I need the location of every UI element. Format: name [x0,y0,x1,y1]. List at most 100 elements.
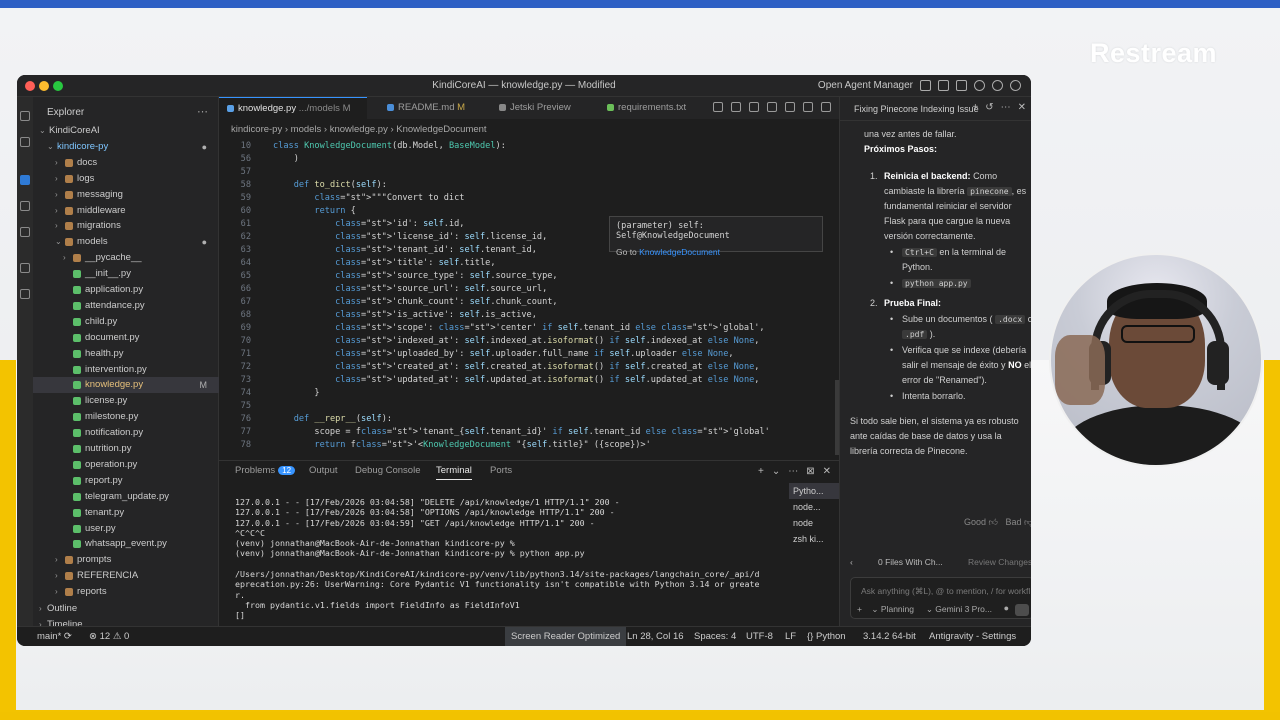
code-area[interactable]: 10 class KnowledgeDocument(db.Model, Base… [219,139,779,450]
folder-item[interactable]: ⌄ kindicore-py ● [33,139,219,155]
folder-item[interactable]: › migrations [33,218,219,234]
code-line[interactable]: class="st">'is_active': self.is_active, [273,310,537,320]
folder-item[interactable]: › messaging [33,187,219,203]
agent-manager-button[interactable]: Open Agent Manager [818,80,913,91]
code-line[interactable]: class KnowledgeDocument(db.Model, BaseMo… [273,141,506,151]
code-line[interactable]: class="st">'created_at': self.created_at… [273,362,759,372]
terminal-output[interactable]: 127.0.0.1 - - [17/Feb/2026 03:04:58] "DE… [235,497,775,621]
code-line[interactable]: class="st">'source_type': self.source_ty… [273,271,558,281]
tab-jetski-preview[interactable]: Jetski Preview [491,97,591,119]
code-line[interactable]: class="st">'uploaded_by': self.uploader.… [273,349,734,359]
search-icon[interactable] [974,80,985,91]
folder-item[interactable]: › middleware [33,203,219,219]
folder-item[interactable]: › REFERENCIA [33,568,219,584]
terminal-item-python[interactable]: Pytho... [789,483,841,499]
branch-indicator[interactable]: main* ⟳ [37,627,72,646]
language-mode[interactable]: {} Python [807,627,846,646]
remote-icon[interactable] [20,263,30,273]
code-line[interactable]: class="st">"""Convert to dict [273,193,464,203]
tab-debug-console[interactable]: Debug Console [355,465,421,476]
folder-item[interactable]: › logs [33,171,219,187]
interpreter[interactable]: 3.14.2 64-bit [863,627,916,646]
account-icon[interactable] [1010,80,1021,91]
gear-icon[interactable] [992,80,1003,91]
mic-icon[interactable]: ● [1004,603,1009,613]
breadcrumb[interactable]: kindicore-py › models › knowledge.py › K… [231,124,487,135]
file-item[interactable]: intervention.py [33,362,219,378]
folder-item[interactable]: › docs [33,155,219,171]
arrow-right-icon[interactable] [803,102,813,112]
bad-button[interactable]: Bad 👎︎ [1005,517,1031,527]
tab-knowledge-py[interactable]: knowledge.py .../models M [219,97,367,119]
code-line[interactable]: class="st">'indexed_at': self.indexed_at… [273,336,759,346]
open-changes-icon[interactable] [767,102,777,112]
tab-requirements[interactable]: requirements.txt [599,97,699,119]
folder-item[interactable]: ⌄ KindiCoreAI [33,123,219,139]
more-actions-icon[interactable]: ⋯ [788,466,798,477]
extensions-icon[interactable] [20,227,30,237]
file-item[interactable]: tenant.py [33,505,219,521]
cursor-position[interactable]: Ln 28, Col 16 [627,627,684,646]
layout-sidebar-icon[interactable] [920,80,931,91]
code-line[interactable]: ) [273,154,299,164]
more-actions-icon[interactable] [821,102,831,112]
code-line[interactable]: return { [273,206,355,216]
file-item[interactable]: __init__.py [33,266,219,282]
source-control-icon[interactable] [20,175,30,185]
diff-icon[interactable] [749,102,759,112]
tab-ports[interactable]: Ports [490,465,512,476]
files-changed-label[interactable]: 0 Files With Ch... [878,557,943,567]
line-ending[interactable]: LF [785,627,796,646]
terminal-item-zsh[interactable]: zsh ki... [789,531,841,547]
chat-input[interactable]: Ask anything (⌘L), @ to mention, / for w… [850,577,1031,619]
screen-reader-indicator[interactable]: Screen Reader Optimized [505,627,627,646]
code-line[interactable]: class="st">'source_url': self.source_url… [273,284,547,294]
close-icon[interactable]: ✕ [1018,102,1026,113]
chevron-icon[interactable]: ‹ [850,557,853,567]
file-item[interactable]: knowledge.py M [33,377,219,394]
mode-select[interactable]: ⌄ Planning [871,604,914,614]
tab-problems[interactable]: Problems 12 [235,465,296,476]
new-terminal-icon[interactable]: + [758,466,764,477]
file-item[interactable]: telegram_update.py [33,489,219,505]
code-line[interactable]: def __repr__(self): [273,414,392,424]
folder-item[interactable]: › __pycache__ [33,250,219,266]
more-actions-icon[interactable]: ⋯ [1001,102,1011,113]
code-line[interactable]: scope = fclass="st">'tenant_{self.tenant… [273,427,769,437]
arrow-left-icon[interactable] [785,102,795,112]
folder-item[interactable]: ⌄ models ● [33,234,219,250]
goto-link[interactable]: KnowledgeDocument [639,247,720,257]
file-item[interactable]: application.py [33,282,219,298]
file-item[interactable]: milestone.py [33,409,219,425]
file-item[interactable]: document.py [33,330,219,346]
code-line[interactable]: } [273,388,319,398]
code-line[interactable]: def to_dict(self): [273,180,387,190]
code-line[interactable]: class="st">'license_id': self.license_id… [273,232,547,242]
code-line[interactable]: return fclass="st">'<KnowledgeDocument "… [273,440,650,450]
encoding[interactable]: UTF-8 [746,627,773,646]
indentation[interactable]: Spaces: 4 [694,627,736,646]
outline-section[interactable]: › Outline [33,601,219,617]
search-icon[interactable] [20,137,30,147]
settings-indicator[interactable]: Antigravity - Settings [929,627,1016,646]
layout-secondary-icon[interactable] [956,80,967,91]
split-editor-icon[interactable] [731,102,741,112]
files-icon[interactable] [20,111,30,121]
file-item[interactable]: attendance.py [33,298,219,314]
maximize-panel-icon[interactable]: ⊠ [806,466,814,477]
code-line[interactable]: class="st">'title': self.title, [273,258,495,268]
add-context-icon[interactable]: + [857,604,862,614]
good-button[interactable]: Good 👍︎ [964,517,998,527]
send-button[interactable] [1015,604,1029,616]
file-item[interactable]: operation.py [33,457,219,473]
code-line[interactable]: class="st">'chunk_count': self.chunk_cou… [273,297,558,307]
code-line[interactable]: class="st">'id': self.id, [273,219,464,229]
file-item[interactable]: license.py [33,393,219,409]
chevron-down-icon[interactable]: ⌄ [772,466,780,477]
testing-icon[interactable] [20,289,30,299]
terminal-item-node-1[interactable]: node... [789,499,841,515]
plus-icon[interactable]: + [972,102,978,113]
tab-readme[interactable]: README.md M [379,97,479,119]
model-select[interactable]: ⌄ Gemini 3 Pro... [926,604,992,614]
more-actions-icon[interactable]: ⋯ [197,105,208,118]
